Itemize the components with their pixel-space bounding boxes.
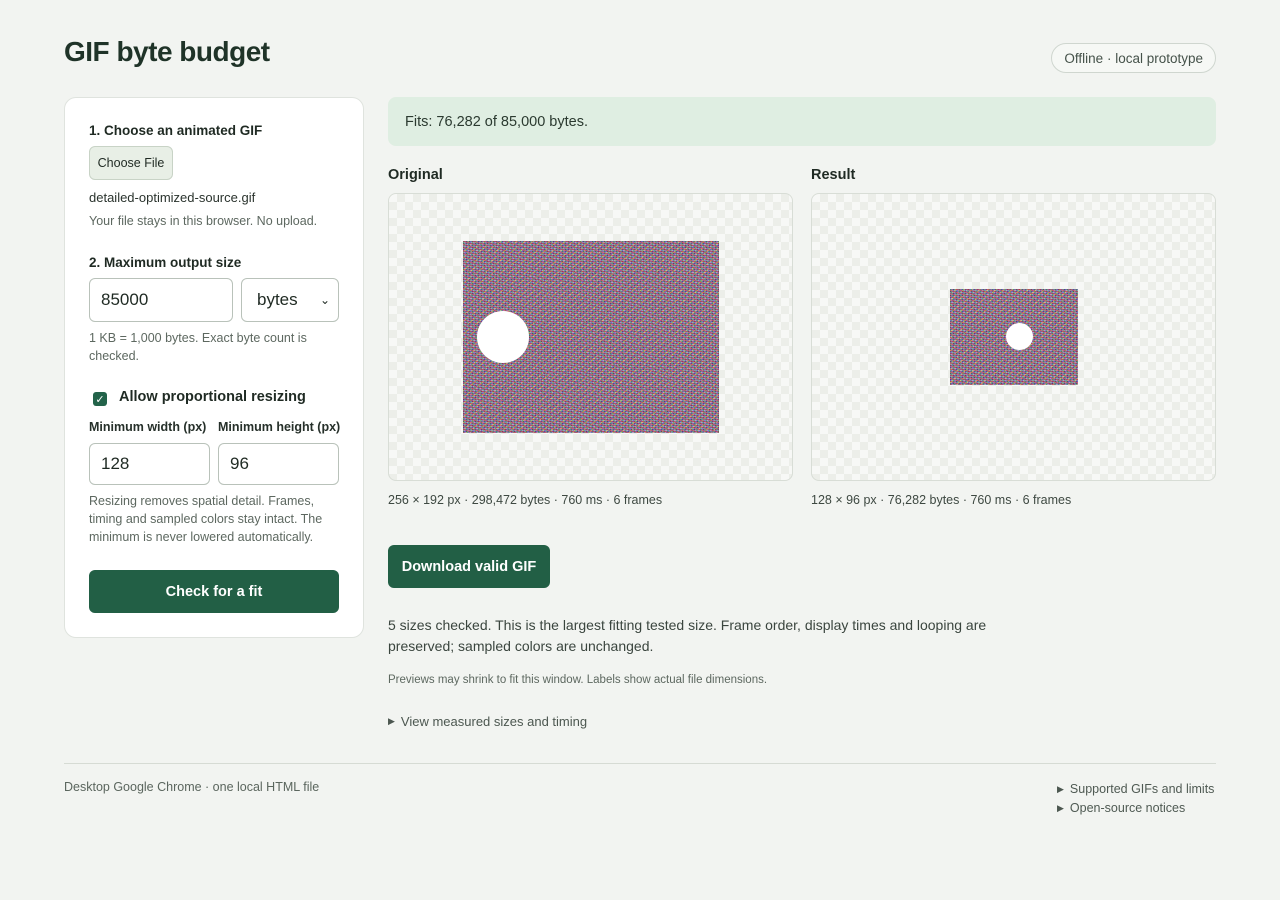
checkmark-icon: ✓ (95, 393, 105, 406)
result-caption: 128 × 96 px · 76,282 bytes · 760 ms · 6 … (811, 493, 1072, 507)
original-heading: Original (388, 167, 443, 183)
page-title: GIF byte budget (64, 36, 270, 67)
limits-toggle[interactable]: ▶ Supported GIFs and limits (1057, 782, 1214, 796)
result-preview (811, 193, 1216, 481)
limits-label: Supported GIFs and limits (1069, 782, 1215, 796)
original-preview (388, 193, 793, 481)
min-height-input[interactable]: 96 (218, 443, 339, 485)
original-gif-image (463, 241, 719, 433)
unit-select[interactable]: bytes ⌄ (241, 278, 339, 322)
measured-details-toggle[interactable]: ▶ View measured sizes and timing (388, 714, 587, 729)
settings-panel: 1. Choose an animated GIF Choose File de… (64, 97, 364, 638)
allow-resize-label[interactable]: Allow proportional resizing (119, 389, 306, 405)
unit-hint: 1 KB = 1,000 bytes. Exact byte count is … (89, 331, 307, 363)
result-summary: 5 sizes checked. This is the largest fit… (388, 617, 987, 654)
footer-environment: Desktop Google Chrome · one local HTML f… (64, 780, 320, 794)
notices-toggle[interactable]: ▶ Open-source notices (1057, 801, 1185, 815)
min-width-input[interactable]: 128 (89, 443, 210, 485)
step2-label: 2. Maximum output size (89, 255, 242, 270)
fit-status-banner: Fits: 76,282 of 85,000 bytes. (388, 97, 1216, 146)
offline-badge: Offline · local prototype (1051, 43, 1216, 73)
original-caption: 256 × 192 px · 298,472 bytes · 760 ms · … (388, 493, 663, 507)
result-heading: Result (811, 167, 856, 183)
details-toggle-label: View measured sizes and timing (400, 714, 588, 729)
chevron-down-icon: ⌄ (319, 293, 330, 307)
disclosure-triangle-icon: ▶ (1057, 783, 1064, 794)
resize-hint: Resizing removes spatial detail. Frames,… (89, 494, 323, 544)
download-button[interactable]: Download valid GIF (388, 545, 550, 588)
check-fit-button[interactable]: Check for a fit (89, 570, 339, 613)
selected-file-name: detailed-optimized-source.gif (89, 190, 256, 205)
result-gif-image (950, 289, 1078, 385)
privacy-hint: Your file stays in this browser. No uplo… (89, 214, 318, 228)
step1-label: 1. Choose an animated GIF (89, 123, 263, 138)
white-circle (1006, 323, 1033, 350)
footer-divider (64, 763, 1216, 764)
unit-select-value: bytes (257, 290, 298, 309)
max-size-input[interactable]: 85000 (89, 278, 233, 322)
disclosure-triangle-icon: ▶ (388, 716, 395, 726)
choose-file-button[interactable]: Choose File (89, 146, 173, 180)
min-width-label: Minimum width (px) (89, 420, 207, 434)
notices-label: Open-source notices (1069, 801, 1186, 815)
allow-resize-checkbox[interactable]: ✓ (93, 392, 107, 406)
disclosure-triangle-icon: ▶ (1057, 802, 1064, 813)
white-circle (477, 311, 529, 363)
preview-note: Previews may shrink to fit this window. … (388, 674, 768, 686)
min-height-label: Minimum height (px) (218, 420, 341, 434)
